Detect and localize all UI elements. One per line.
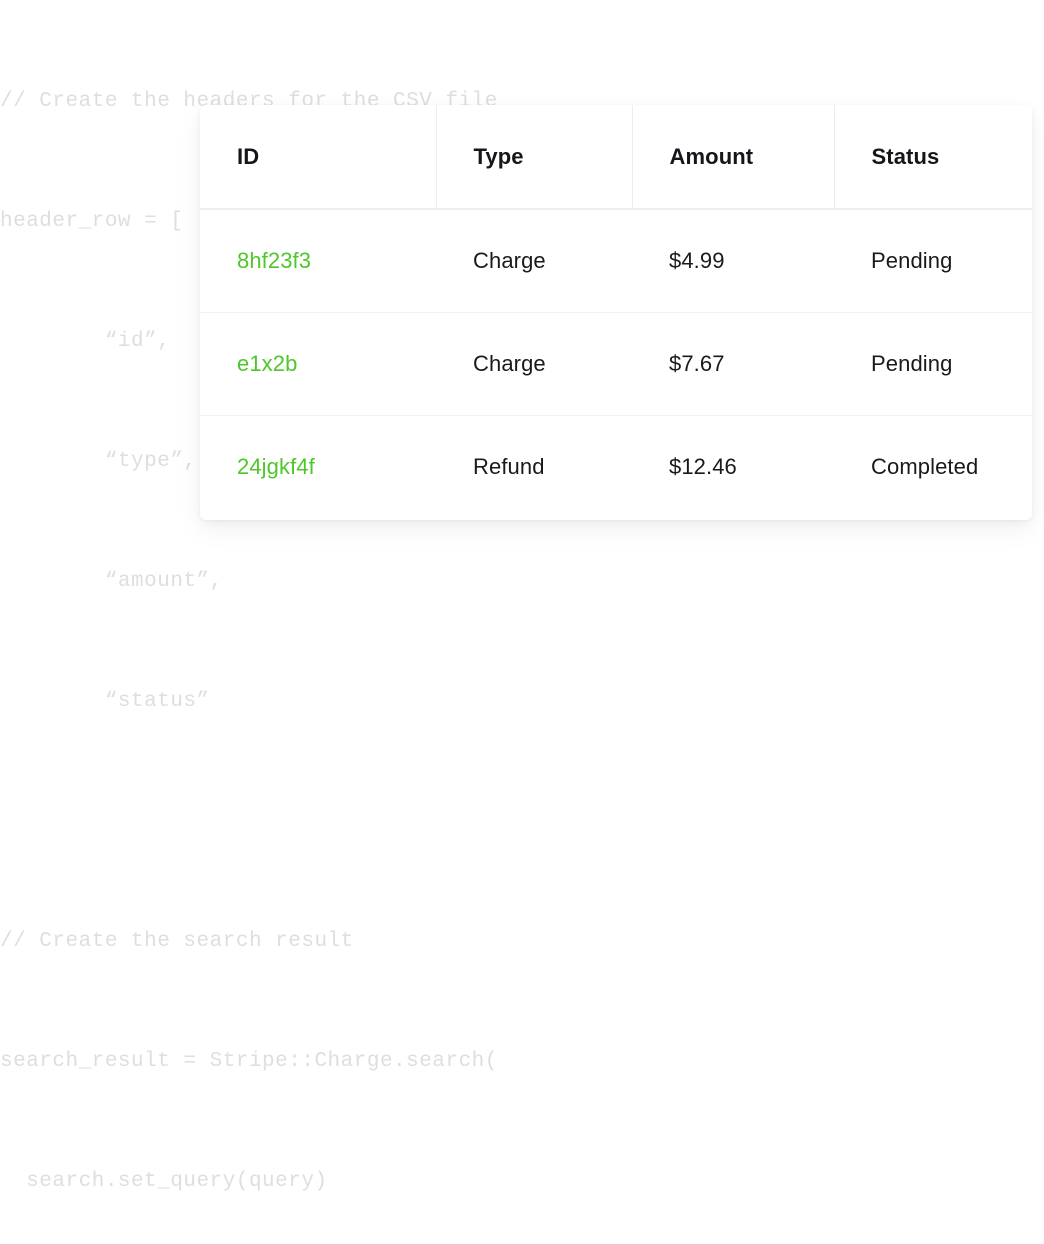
cell-id[interactable]: e1x2b — [200, 312, 436, 416]
table-header: ID Type Amount Status — [200, 105, 1032, 210]
cell-status: Completed — [871, 453, 979, 479]
table-header-row: ID Type Amount Status — [200, 105, 1032, 210]
cell-amount: $4.99 — [632, 209, 834, 313]
cell-type: Charge — [436, 312, 632, 416]
transactions-table: ID Type Amount Status 8hf23f3 Charge $4.… — [200, 105, 1032, 518]
cell-amount: $12.46 — [669, 453, 737, 479]
column-header-status[interactable]: Status — [833, 105, 1032, 210]
table-body: 8hf23f3 Charge $4.99 Pending e1x2b Charg… — [200, 209, 1032, 518]
cell-status: Pending — [834, 209, 1032, 313]
code-line: // Create the search result — [0, 930, 354, 953]
code-line: “status” — [0, 690, 210, 713]
code-line: search.set_query(query) — [0, 1170, 328, 1193]
cell-id[interactable]: 24jgkf4f — [200, 415, 436, 518]
cell-type: Charge — [436, 209, 632, 313]
table-row[interactable]: e1x2b Charge $7.67 Pending — [200, 312, 1032, 416]
code-line: “amount”, — [0, 570, 223, 593]
cell-amount: $7.67 — [632, 312, 834, 416]
column-header-type[interactable]: Type — [435, 105, 632, 210]
cell-id[interactable]: 8hf23f3 — [200, 209, 436, 313]
column-header-amount[interactable]: Amount — [631, 105, 834, 210]
table-row[interactable]: 8hf23f3 Charge $4.99 Pending — [200, 209, 1032, 313]
table-row[interactable]: 24jgkf4f Refund $12.46 Completed — [200, 415, 1032, 518]
column-header-id[interactable]: ID — [200, 105, 436, 210]
cell-type: Refund — [473, 453, 545, 479]
cell-status: Pending — [834, 312, 1032, 416]
code-line: search_result = Stripe::Charge.search( — [0, 1050, 498, 1073]
transactions-table-card: ID Type Amount Status 8hf23f3 Charge $4.… — [200, 105, 1032, 520]
